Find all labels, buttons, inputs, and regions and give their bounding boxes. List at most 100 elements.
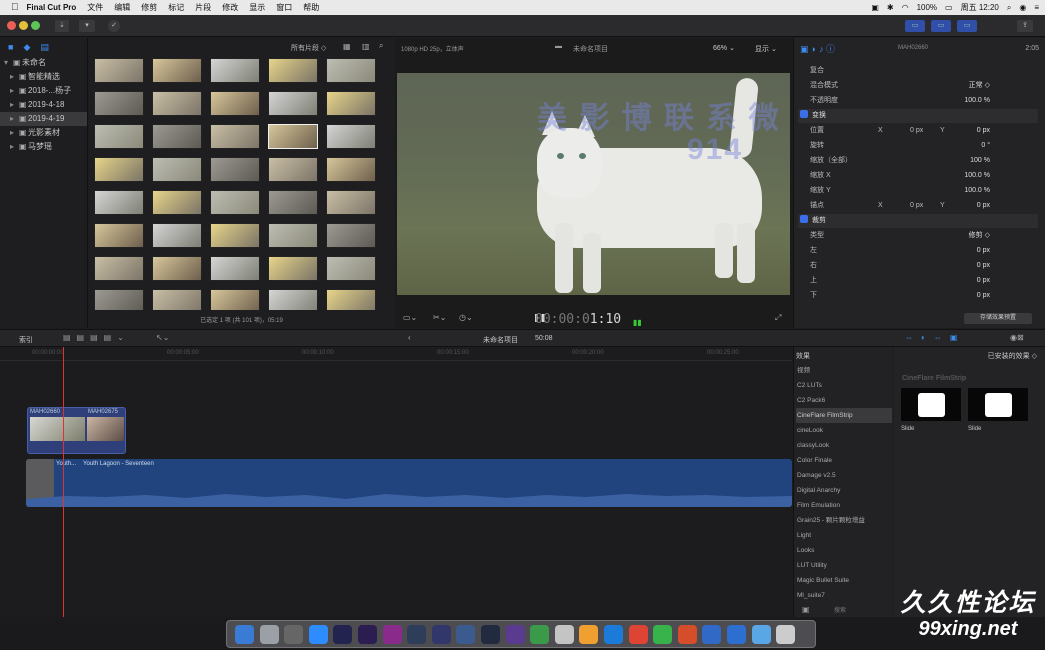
x-value[interactable]: 0 px xyxy=(910,124,923,138)
app-name-menu[interactable]: Final Cut Pro xyxy=(27,3,77,12)
menu-modify[interactable]: 修改 xyxy=(222,2,238,13)
lightroom-icon[interactable] xyxy=(481,625,500,644)
clip-thumbnail[interactable] xyxy=(210,91,260,116)
effect-category-item[interactable]: CineFlare FilmStrip xyxy=(796,408,892,423)
trash-icon[interactable] xyxy=(776,625,796,644)
audio-inspector-icon[interactable]: ♪ xyxy=(819,44,824,54)
inspector-row-value[interactable]: 0 ° xyxy=(981,139,990,153)
screen-icon[interactable]: ▣ xyxy=(871,3,879,12)
clip-thumbnail[interactable] xyxy=(152,190,202,215)
effect-category-item[interactable]: Digital Anarchy xyxy=(796,483,892,498)
color-inspector-icon[interactable]: ◗ xyxy=(811,44,816,54)
clip-thumbnail[interactable] xyxy=(268,58,318,83)
inspector-row-value[interactable]: 修剪 ◇ xyxy=(969,229,990,243)
inspector-row[interactable]: 复合 xyxy=(800,64,1036,78)
inspector-row-value[interactable]: 0 px xyxy=(977,199,990,213)
list-icon[interactable]: ≡ xyxy=(1034,3,1039,12)
library-item[interactable]: ▸ ▣马梦瑶 xyxy=(0,140,87,154)
view-menu[interactable]: 显示 ⌄ xyxy=(755,44,777,54)
info-inspector-icon[interactable]: ⓘ xyxy=(826,44,835,54)
inspector-row[interactable]: 旋转 0 ° xyxy=(800,139,1036,153)
video-inspector-icon[interactable]: ▣ xyxy=(800,44,809,54)
app-icon[interactable] xyxy=(628,625,648,644)
clip-thumbnail[interactable] xyxy=(94,58,144,83)
fullscreen-icon[interactable]: ⤢ xyxy=(775,313,781,323)
installed-effects-menu[interactable]: 已安装的效果 ◇ xyxy=(988,351,1037,361)
section-checkbox[interactable] xyxy=(800,110,808,118)
clip-thumbnail[interactable] xyxy=(268,190,318,215)
disclosure-icon[interactable]: ▸ xyxy=(10,140,19,154)
skimming-icons[interactable]: ⇔◐⇔▣ xyxy=(905,333,965,342)
library-item[interactable]: ▸ ▣2019-4-19 xyxy=(0,112,87,126)
effect-category-item[interactable]: Ml_suite7 xyxy=(796,588,892,603)
menu-trim[interactable]: 修剪 xyxy=(141,2,157,13)
library-item[interactable]: ▸ ▣2019-4-18 xyxy=(0,98,87,112)
search-icon[interactable]: ⌕ xyxy=(379,41,383,51)
transform-icon[interactable]: ▭⌄ xyxy=(403,313,417,322)
effect-category-item[interactable]: Light xyxy=(796,528,892,543)
premiere-icon[interactable] xyxy=(358,625,377,644)
filmstrip-icon[interactable]: ▥ xyxy=(362,42,370,51)
inspector-row[interactable]: 混合模式 正常 ◇ xyxy=(800,79,1036,93)
sidebar-toggle-icon[interactable]: ▣ xyxy=(802,605,810,614)
after-effects-icon[interactable] xyxy=(333,625,353,644)
clip-thumbnail[interactable] xyxy=(268,256,318,281)
clip-thumbnail[interactable] xyxy=(326,58,376,83)
disclosure-icon[interactable]: ▸ xyxy=(10,70,19,84)
save-preset-button[interactable]: 存储效果预置 xyxy=(964,313,1032,324)
effect-thumbnail[interactable] xyxy=(968,388,1028,421)
layout-button-3[interactable]: ▭ xyxy=(957,20,977,32)
clip-thumbnail[interactable] xyxy=(152,289,202,310)
effects-search-field[interactable]: 搜索 xyxy=(834,605,846,614)
inspector-row[interactable]: 类型 修剪 ◇ xyxy=(800,229,1036,243)
clip-thumbnail[interactable] xyxy=(94,256,144,281)
effect-category-item[interactable]: classyLook xyxy=(796,438,892,453)
inspector-row[interactable]: 缩放 X 100.0 % xyxy=(800,169,1036,183)
select-tool-icon[interactable]: ↖⌄ xyxy=(156,333,169,342)
powerpoint-icon[interactable] xyxy=(677,625,697,644)
folder-icon[interactable] xyxy=(751,625,771,644)
inspector-row-value[interactable]: 0 px xyxy=(977,274,990,288)
inspector-row[interactable]: 下 0 px xyxy=(800,289,1036,303)
inspector-row-value[interactable]: 100 % xyxy=(970,154,990,168)
clip-connect-icons[interactable]: ▤▤▤▤⌄ xyxy=(63,333,130,342)
x-value[interactable]: 0 px xyxy=(910,199,923,213)
disclosure-icon[interactable]: ▸ xyxy=(10,98,19,112)
launchpad-icon[interactable] xyxy=(259,625,279,644)
effects-browser-icon[interactable]: ◉⊠ xyxy=(1010,333,1024,342)
clip-thumbnail[interactable] xyxy=(152,91,202,116)
menu-mark[interactable]: 标记 xyxy=(168,2,184,13)
clip-thumbnail[interactable] xyxy=(210,157,260,182)
library-item[interactable]: ▸ ▣2018-...杨子 xyxy=(0,84,87,98)
clip-thumbnail[interactable] xyxy=(326,157,376,182)
wifi-icon[interactable]: ◠ xyxy=(902,3,909,12)
disclosure-icon[interactable]: ▸ xyxy=(10,84,19,98)
disclosure-icon[interactable]: ▾ xyxy=(4,56,13,70)
effect-category-item[interactable]: 视频 xyxy=(796,363,892,378)
clip-thumbnail[interactable] xyxy=(210,289,260,310)
library-item[interactable]: ▾ ▣未命名 xyxy=(0,56,87,70)
disclosure-icon[interactable]: ▸ xyxy=(10,126,19,140)
clip-thumbnail[interactable] xyxy=(268,223,318,248)
clip-thumbnail[interactable] xyxy=(210,58,260,83)
effect-category-item[interactable]: Film Emulation xyxy=(796,498,892,513)
inspector-row-value[interactable]: 正常 ◇ xyxy=(969,79,990,93)
menu-edit[interactable]: 编辑 xyxy=(114,2,130,13)
minimize-button[interactable] xyxy=(19,21,28,30)
layout-button-2[interactable]: ▭ xyxy=(931,20,951,32)
clip-appearance-icon[interactable]: ▦ xyxy=(343,42,351,51)
effect-category-item[interactable]: Damage v2.5 xyxy=(796,468,892,483)
clip-thumbnail[interactable] xyxy=(152,157,202,182)
menu-window[interactable]: 窗口 xyxy=(276,2,292,13)
inspector-row[interactable]: 锚点 X 0 px Y 0 px xyxy=(800,199,1036,213)
clip-thumbnail[interactable] xyxy=(210,124,260,149)
inspector-row[interactable]: 上 0 px xyxy=(800,274,1036,288)
photoshop-icon[interactable] xyxy=(431,625,451,644)
audio-clip[interactable]: Youth... Youth Lagoon - Seventeen xyxy=(26,459,792,507)
menu-view[interactable]: 显示 xyxy=(249,2,265,13)
inspector-section[interactable]: 变换 xyxy=(798,109,1038,123)
wechat-icon[interactable] xyxy=(653,625,673,644)
app-icon[interactable] xyxy=(579,625,599,644)
app-icon[interactable] xyxy=(727,625,746,644)
clip-thumbnail[interactable] xyxy=(210,256,260,281)
